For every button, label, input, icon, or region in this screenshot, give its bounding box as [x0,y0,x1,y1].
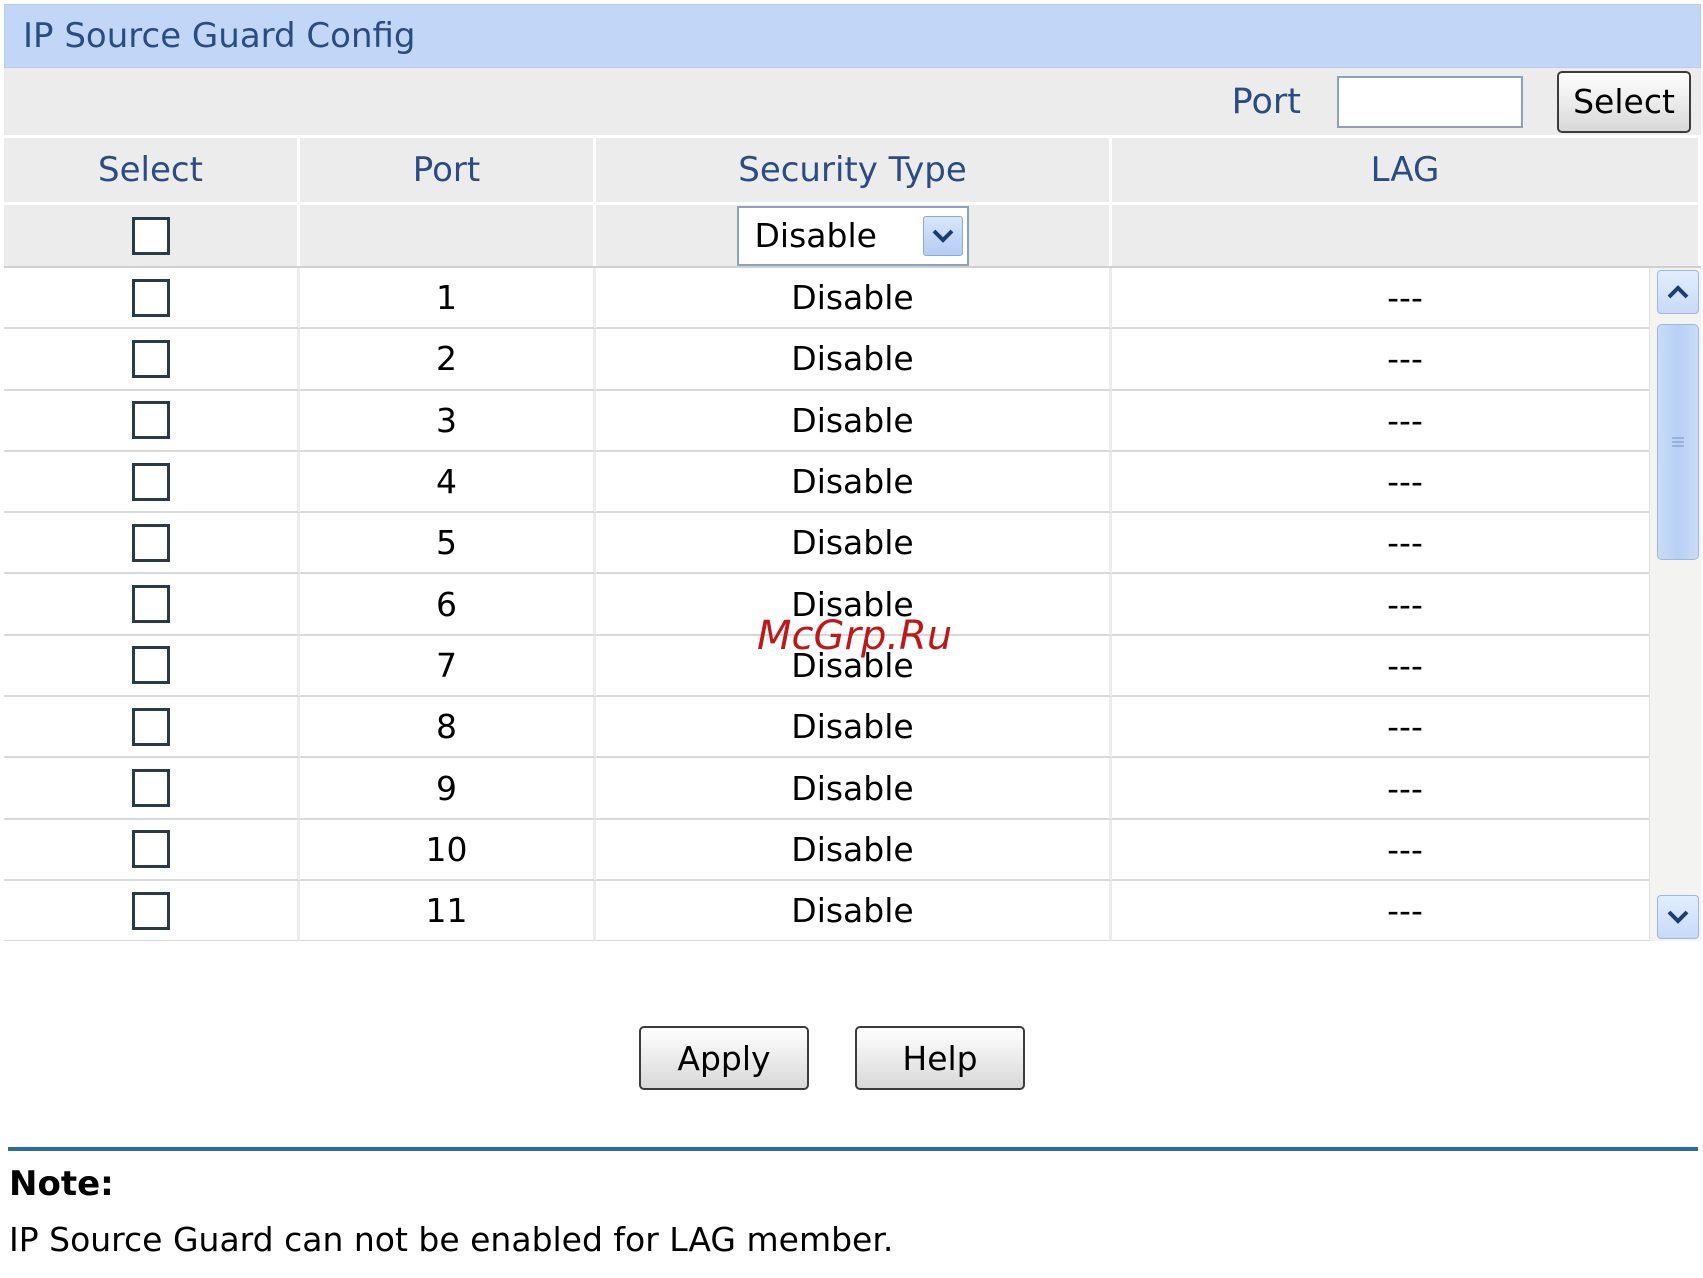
grip-icon [1672,437,1684,447]
port-filter-input[interactable] [1337,75,1523,128]
watermark: McGrp.Ru [757,613,953,659]
header-select: Select [4,138,300,202]
help-button[interactable]: Help [855,1026,1025,1090]
row-security-type: Disable [596,697,1112,759]
row-port: 9 [300,758,596,820]
row-checkbox[interactable] [131,462,170,501]
scroll-thumb[interactable] [1657,324,1699,560]
row-security-type: Disable [596,451,1112,514]
row-lag: --- [1112,329,1701,391]
row-checkbox[interactable] [131,401,170,440]
table-row: 3 Disable --- [4,390,1701,452]
row-port: 4 [300,451,596,514]
batch-lag-cell [1112,205,1701,266]
port-rows: 1 Disable --- 2 Disable --- 3 Disable --- 4 Disabl… [4,268,1701,941]
table-row: 5 Disable --- [4,513,1701,575]
chevron-up-icon [1667,285,1689,299]
row-checkbox[interactable] [131,278,170,317]
row-lag: --- [1112,758,1701,820]
row-checkbox[interactable] [131,769,170,808]
table-row: 11 Disable --- [4,880,1701,941]
port-filter-label: Port [1231,81,1301,122]
scroll-down-button[interactable] [1657,895,1699,939]
row-select-cell [4,697,300,759]
panel-title: IP Source Guard Config [4,4,1701,68]
row-select-cell [4,574,300,636]
row-port: 7 [300,635,596,698]
row-checkbox[interactable] [131,585,170,624]
table-row: 8 Disable --- [4,697,1701,759]
security-type-dropdown-value: Disable [754,216,877,255]
port-filter-bar: Port Select [4,68,1701,138]
select-port-button[interactable]: Select [1557,70,1691,133]
row-select-cell [4,329,300,391]
row-select-cell [4,513,300,575]
row-select-cell [4,758,300,820]
row-checkbox[interactable] [131,707,170,746]
row-security-type: Disable [596,819,1112,881]
apply-button[interactable]: Apply [639,1026,809,1090]
batch-port-cell [300,205,596,266]
batch-edit-row: Disable [4,205,1701,268]
row-security-type: Disable [596,390,1112,452]
row-lag: --- [1112,574,1701,636]
select-all-checkbox[interactable] [131,216,170,255]
row-select-cell [4,635,300,698]
row-port: 6 [300,574,596,636]
security-type-dropdown[interactable]: Disable [736,205,969,266]
row-checkbox[interactable] [131,830,170,869]
row-port: 11 [300,880,596,941]
scroll-up-button[interactable] [1657,270,1699,314]
row-lag: --- [1112,390,1701,452]
row-select-cell [4,268,300,330]
row-lag: --- [1112,513,1701,575]
row-lag: --- [1112,697,1701,759]
row-select-cell [4,390,300,452]
table-row: 2 Disable --- [4,329,1701,391]
table-row: 4 Disable --- [4,451,1701,514]
row-security-type: Disable [596,880,1112,941]
batch-security-type-cell: Disable [596,205,1112,266]
note-text: IP Source Guard can not be enabled for L… [9,1220,894,1259]
row-lag: --- [1112,268,1701,330]
header-lag: LAG [1112,138,1701,202]
row-port: 8 [300,697,596,759]
row-security-type: Disable [596,513,1112,575]
row-select-cell [4,819,300,881]
action-bar: Apply Help [4,1026,1701,1096]
row-checkbox[interactable] [131,646,170,685]
row-port: 2 [300,329,596,391]
row-lag: --- [1112,880,1701,941]
row-port: 3 [300,390,596,452]
row-security-type: Disable [596,329,1112,391]
row-select-cell [4,451,300,514]
port-table-body: 1 Disable --- 2 Disable --- 3 Disable --- 4 Disabl… [4,268,1701,941]
table-header: Select Port Security Type LAG [4,138,1701,205]
row-lag: --- [1112,451,1701,514]
row-lag: --- [1112,635,1701,698]
row-checkbox[interactable] [131,339,170,378]
row-security-type: Disable [596,268,1112,330]
row-port: 10 [300,819,596,881]
batch-select-cell [4,205,300,266]
header-security-type: Security Type [596,138,1112,202]
table-row: 1 Disable --- [4,268,1701,330]
row-lag: --- [1112,819,1701,881]
row-security-type: Disable [596,758,1112,820]
header-port: Port [300,138,596,202]
note-divider [8,1147,1698,1151]
ip-source-guard-panel: IP Source Guard Config Port Select Selec… [4,4,1701,1090]
row-checkbox[interactable] [131,523,170,562]
row-port: 5 [300,513,596,575]
row-select-cell [4,880,300,941]
row-port: 1 [300,268,596,330]
chevron-down-icon [1667,910,1689,924]
row-checkbox[interactable] [131,891,170,930]
note-title: Note: [9,1164,114,1204]
table-row: 10 Disable --- [4,819,1701,881]
chevron-down-icon[interactable] [922,215,963,256]
table-scrollbar[interactable] [1649,268,1701,941]
table-row: 9 Disable --- [4,758,1701,820]
